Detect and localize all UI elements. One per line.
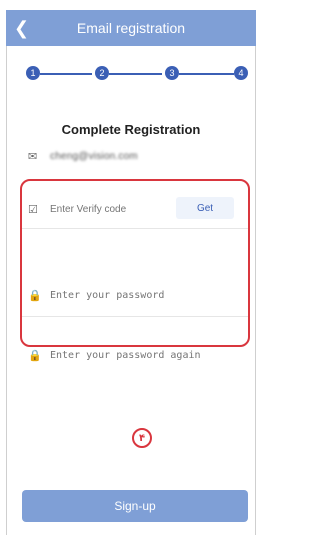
section-title: Complete Registration [61,122,201,137]
step-1: 1 [26,66,40,80]
step-2: 2 [95,66,109,80]
divider [22,228,248,229]
mail-icon: ✉ [28,150,38,163]
step-connector [40,73,92,75]
password-again-row: 🔒 [28,344,248,366]
step-connector [109,73,162,75]
step-connector [179,73,234,75]
get-code-button[interactable]: Get [176,197,234,219]
step-progress: 1 2 3 4 [26,66,248,82]
frame-border-left [6,46,7,535]
frame-border-right [255,46,256,535]
lock-icon: 🔒 [28,289,42,302]
step-4: 4 [234,66,248,80]
page-title: Email registration [76,20,186,36]
password-row: 🔒 [28,284,248,306]
password-again-input[interactable] [50,349,200,361]
back-icon[interactable]: ❮ [14,10,29,46]
shield-check-icon: ☑ [28,203,38,216]
password-input[interactable] [50,289,200,301]
email-row: ✉ cheng@vision.com [28,146,248,166]
divider [22,316,248,317]
top-bar: ❮ Email registration [6,10,256,46]
annotation-marker: ۴ [132,428,152,448]
signup-button[interactable]: Sign-up [22,490,248,522]
lock-icon: 🔒 [28,349,42,362]
step-3: 3 [165,66,179,80]
email-value: cheng@vision.com [50,150,138,162]
